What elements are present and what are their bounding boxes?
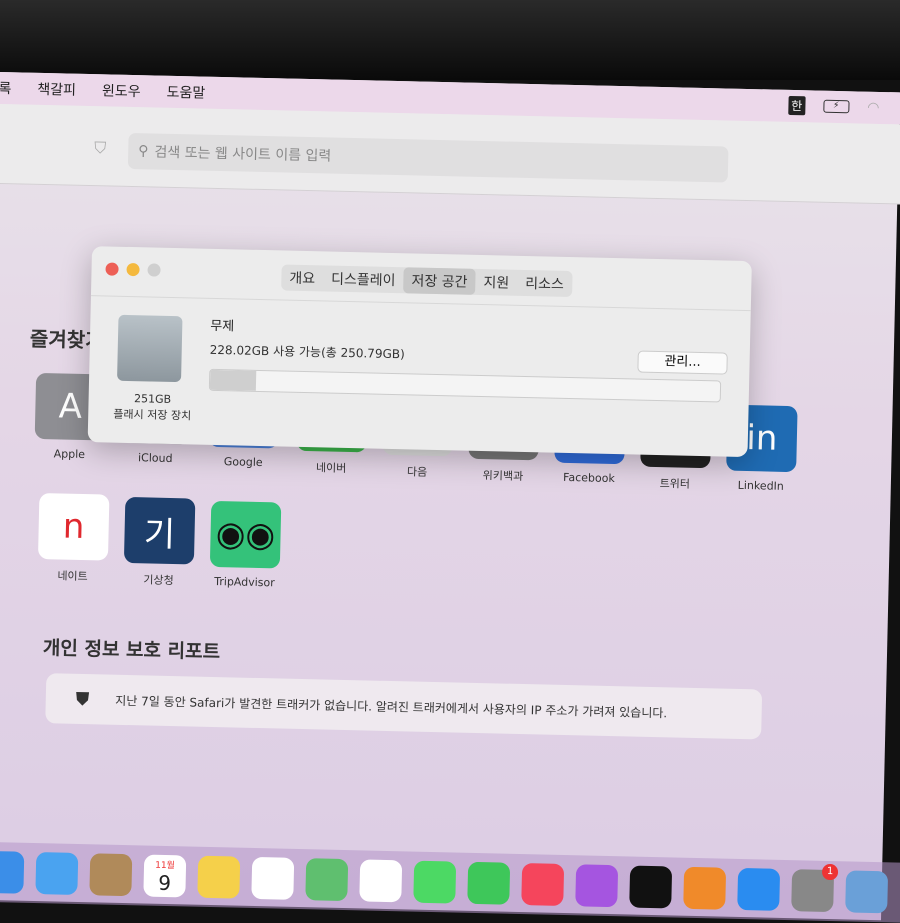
dock-system-preferences-icon[interactable]: 1 (791, 863, 839, 913)
screen-bezel (0, 0, 900, 80)
favorite-label: 기상청 (143, 573, 174, 588)
dock-finder-icon[interactable] (0, 850, 25, 894)
favorite-tile[interactable]: n 네이트 (32, 493, 114, 585)
minimize-button[interactable] (126, 262, 140, 277)
favorite-tile[interactable]: 기기상청 (118, 496, 200, 589)
manage-button[interactable]: 관리... (637, 350, 728, 375)
dock-tv-icon[interactable] (629, 865, 673, 909)
dock-mail-icon[interactable] (35, 852, 79, 895)
volume-name: 무제 (210, 318, 235, 335)
tab-bar: 개요 디스플레이 저장 공간 지원 리소스 (281, 264, 573, 298)
disk-type: 플래시 저장 장치 (113, 407, 192, 423)
privacy-report-card[interactable]: ⛊ 지난 7일 동안 Safari가 발견한 트래커가 없습니다. 알려진 트래… (45, 673, 763, 740)
favorite-label: 트위터 (659, 477, 691, 491)
close-button[interactable] (105, 262, 119, 276)
storage-availability: 228.02GB 사용 가능(총 250.79GB) (209, 342, 405, 362)
calendar-day: 9 (158, 870, 172, 895)
favorite-label: Apple (53, 447, 86, 462)
tab-4[interactable]: 리소스 (517, 270, 572, 297)
tab-0[interactable]: 개요 (281, 264, 323, 291)
favorite-label: LinkedIn (737, 478, 784, 493)
hard-drive-icon (117, 314, 183, 383)
battery-icon[interactable]: ⚡ (823, 99, 850, 114)
privacy-message: 지난 7일 동안 Safari가 발견한 트래커가 없습니다. 알려진 트래커에… (115, 693, 668, 720)
dock-reminders-icon[interactable] (251, 856, 295, 900)
dock-messages-icon[interactable] (413, 860, 457, 904)
menu-bookmarks[interactable]: 책갈피 (37, 79, 76, 100)
dock-photos-icon[interactable] (359, 859, 403, 903)
dock-contacts-icon[interactable] (89, 853, 133, 897)
privacy-shield-icon[interactable]: ⛉ (94, 138, 106, 158)
screen: 기록 책갈피 윈도우 도움말 한 ⚡ ◠ ⛉ ⚲ 검색 또는 웹 사이트 이름 … (0, 72, 900, 923)
menu-window[interactable]: 윈도우 (102, 80, 141, 101)
menu-history[interactable]: 기록 (0, 78, 12, 99)
favorite-label: iCloud (137, 451, 173, 466)
tab-2[interactable]: 저장 공간 (403, 267, 476, 295)
favorite-label: 위키백과 (482, 469, 524, 483)
storage-usage-bar (208, 368, 722, 403)
calendar-month: 11월 (155, 860, 176, 871)
tab-3[interactable]: 지원 (475, 269, 517, 296)
notification-badge: 1 (821, 863, 839, 881)
about-this-mac-window: 개요 디스플레이 저장 공간 지원 리소스 251GB 플래시 저장 장치 무제 228… (87, 246, 752, 458)
dock-podcasts-icon[interactable] (575, 864, 619, 908)
shield-icon: ⛊ (75, 688, 90, 710)
search-placeholder: 검색 또는 웹 사이트 이름 입력 (154, 144, 332, 165)
dock: 11월 9 1 (0, 841, 900, 923)
dock-maps-icon[interactable] (305, 858, 349, 902)
address-search-field[interactable]: ⚲ 검색 또는 웹 사이트 이름 입력 (127, 132, 729, 183)
tab-1[interactable]: 디스플레이 (323, 265, 404, 293)
input-source-indicator[interactable]: 한 (787, 95, 806, 116)
dock-facetime-icon[interactable] (467, 861, 511, 905)
dock-notes-icon[interactable] (197, 855, 241, 899)
dock-books-icon[interactable] (683, 866, 727, 910)
favorite-label: TripAdvisor (214, 574, 275, 590)
zoom-button (147, 263, 161, 277)
menu-help[interactable]: 도움말 (166, 82, 205, 103)
favorite-icon: n (37, 493, 110, 561)
favorite-icon: 기 (123, 496, 196, 565)
favorite-tile[interactable]: ◉◉ TripAdvisor (204, 500, 286, 590)
favorite-label: Facebook (562, 470, 615, 486)
wifi-icon[interactable]: ◠ (867, 99, 880, 115)
favorite-icon: ◉◉ (209, 500, 282, 569)
favorite-label: 네이버 (315, 461, 347, 475)
privacy-report-title: 개인 정보 보호 리포트 (42, 637, 221, 664)
dock-downloads-icon[interactable] (845, 870, 889, 914)
search-icon: ⚲ (138, 143, 149, 160)
dock-calendar-icon[interactable]: 11월 9 (143, 854, 187, 898)
favorite-label: 네이트 (57, 569, 88, 584)
favorite-label: 다음 (406, 465, 428, 479)
dock-app-store-icon[interactable] (737, 867, 781, 911)
favorite-label: Google (223, 455, 263, 470)
storage-usage-fill (209, 369, 257, 391)
